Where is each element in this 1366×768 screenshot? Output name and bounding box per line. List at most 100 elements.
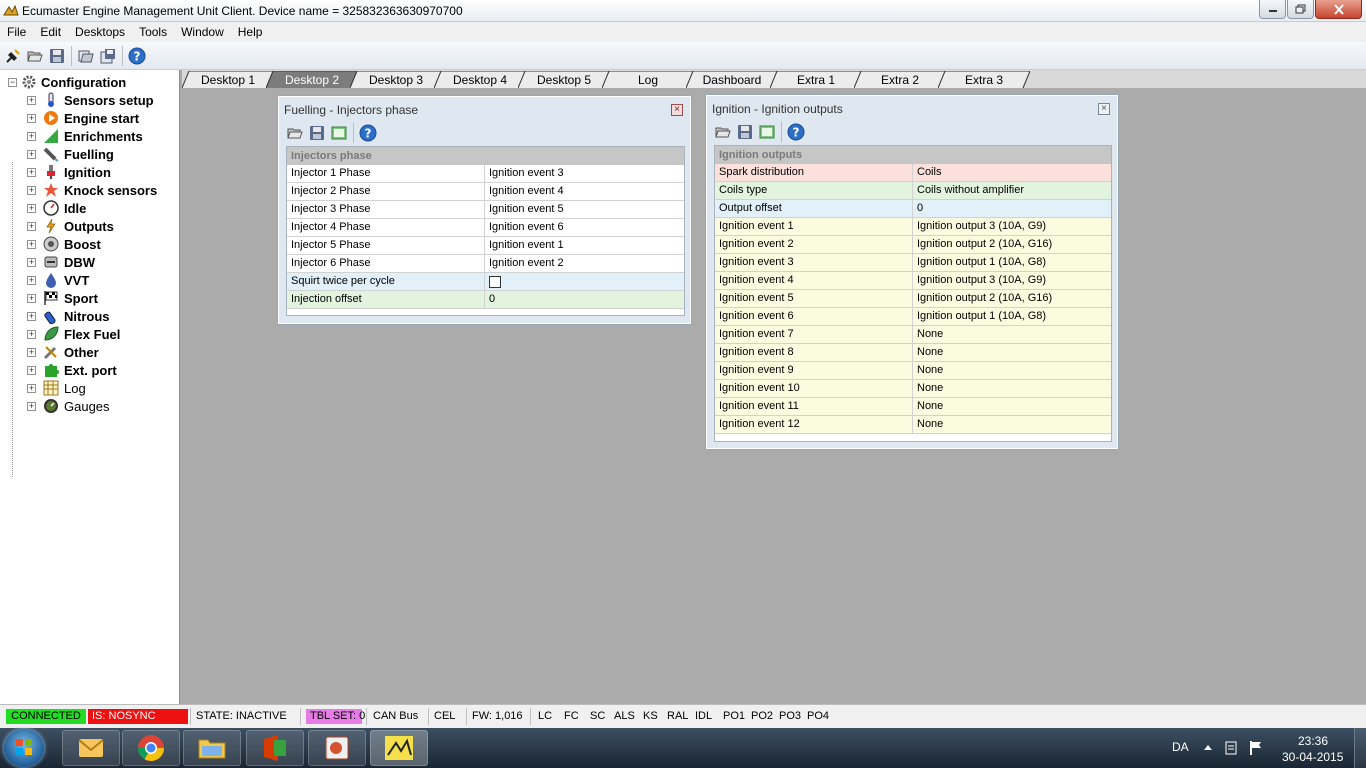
- menu-desktops[interactable]: Desktops: [68, 25, 132, 39]
- expand-icon[interactable]: +: [27, 365, 36, 375]
- expand-icon[interactable]: +: [27, 185, 36, 195]
- tree-item-ignition[interactable]: + Ignition: [27, 163, 111, 181]
- tab-dashboard[interactable]: Dashboard: [686, 71, 778, 88]
- menu-window[interactable]: Window: [174, 25, 231, 39]
- expand-icon[interactable]: +: [27, 131, 36, 141]
- expand-icon[interactable]: +: [27, 239, 36, 249]
- save-button[interactable]: [46, 45, 68, 67]
- grid-row[interactable]: Coils type Coils without amplifier: [715, 182, 1111, 200]
- tab-desktop-3[interactable]: Desktop 3: [350, 71, 442, 88]
- grid-row[interactable]: Ignition event 5 Ignition output 2 (10A, …: [715, 290, 1111, 308]
- grid-row[interactable]: Ignition event 9 None: [715, 362, 1111, 380]
- taskbar-powerpoint[interactable]: [308, 730, 366, 766]
- save-project-button[interactable]: [97, 45, 119, 67]
- show-desktop-button[interactable]: [1354, 728, 1366, 768]
- language-indicator[interactable]: DA: [1172, 740, 1189, 754]
- expand-icon[interactable]: +: [27, 221, 36, 231]
- taskbar-explorer[interactable]: [183, 730, 241, 766]
- tab-desktop-4[interactable]: Desktop 4: [434, 71, 526, 88]
- grid-row[interactable]: Ignition event 4 Ignition output 3 (10A, …: [715, 272, 1111, 290]
- help-button[interactable]: ?: [126, 45, 148, 67]
- expand-icon[interactable]: +: [27, 149, 36, 159]
- taskbar-chrome[interactable]: [122, 730, 180, 766]
- expand-icon[interactable]: +: [27, 167, 36, 177]
- grid-value-cell[interactable]: Coils: [913, 164, 1111, 181]
- tray-expand-icon[interactable]: [1204, 743, 1212, 751]
- expand-icon[interactable]: +: [27, 311, 36, 321]
- menu-help[interactable]: Help: [231, 25, 270, 39]
- expand-icon[interactable]: +: [27, 113, 36, 123]
- tree-item-gauges[interactable]: + Gauges: [27, 397, 110, 415]
- tab-extra-3[interactable]: Extra 3: [938, 71, 1030, 88]
- taskbar-ecumaster[interactable]: [370, 730, 428, 766]
- connect-button[interactable]: [2, 45, 24, 67]
- tree-item-fuelling[interactable]: + Fuelling: [27, 145, 114, 163]
- save-button[interactable]: [306, 122, 328, 144]
- grid-value-cell[interactable]: Ignition output 2 (10A, G16): [913, 236, 1111, 253]
- collapse-icon[interactable]: −: [8, 77, 17, 87]
- expand-icon[interactable]: +: [27, 203, 36, 213]
- grid-row[interactable]: Spark distribution Coils: [715, 164, 1111, 182]
- expand-icon[interactable]: +: [27, 293, 36, 303]
- tab-log[interactable]: Log: [602, 71, 694, 88]
- flag-icon[interactable]: [1249, 740, 1263, 756]
- grid-row[interactable]: Ignition event 11 None: [715, 398, 1111, 416]
- squirt-twice-checkbox[interactable]: [489, 276, 501, 288]
- grid-row[interactable]: Injector 2 Phase Ignition event 4: [287, 183, 684, 201]
- close-fuelling-window-button[interactable]: ×: [671, 104, 683, 116]
- tab-desktop-2[interactable]: Desktop 2: [266, 71, 358, 88]
- grid-row[interactable]: Ignition event 1 Ignition output 3 (10A, …: [715, 218, 1111, 236]
- menu-file[interactable]: File: [0, 25, 33, 39]
- tree-item-log[interactable]: + Log: [27, 379, 86, 397]
- expand-icon[interactable]: +: [27, 401, 36, 411]
- grid-row[interactable]: Ignition event 12 None: [715, 416, 1111, 434]
- grid-value-cell[interactable]: Ignition output 1 (10A, G8): [913, 254, 1111, 271]
- grid-value-cell[interactable]: Ignition event 5: [485, 201, 684, 218]
- grid-row[interactable]: Injector 3 Phase Ignition event 5: [287, 201, 684, 219]
- grid-row[interactable]: Ignition event 2 Ignition output 2 (10A, …: [715, 236, 1111, 254]
- grid-value-cell[interactable]: [485, 273, 684, 290]
- menu-tools[interactable]: Tools: [132, 25, 174, 39]
- grid-value-cell[interactable]: None: [913, 416, 1111, 433]
- grid-value-cell[interactable]: Coils without amplifier: [913, 182, 1111, 199]
- grid-value-cell[interactable]: 0: [485, 291, 684, 308]
- grid-value-cell[interactable]: Ignition output 3 (10A, G9): [913, 272, 1111, 289]
- tree-item-sensors-setup[interactable]: + Sensors setup: [27, 91, 154, 109]
- grid-value-cell[interactable]: None: [913, 398, 1111, 415]
- expand-icon[interactable]: +: [27, 275, 36, 285]
- expand-icon[interactable]: +: [27, 95, 36, 105]
- help-button[interactable]: ?: [357, 122, 379, 144]
- clock-time[interactable]: 23:36: [1298, 734, 1328, 748]
- expand-icon[interactable]: +: [27, 383, 36, 393]
- tree-item-vvt[interactable]: + VVT: [27, 271, 89, 289]
- grid-row[interactable]: Injector 6 Phase Ignition event 2: [287, 255, 684, 273]
- grid-row[interactable]: Ignition event 6 Ignition output 1 (10A, …: [715, 308, 1111, 326]
- grid-value-cell[interactable]: Ignition event 2: [485, 255, 684, 272]
- tree-item-engine-start[interactable]: + Engine start: [27, 109, 139, 127]
- tab-extra-2[interactable]: Extra 2: [854, 71, 946, 88]
- tree-item-enrichments[interactable]: + Enrichments: [27, 127, 143, 145]
- grid-value-cell[interactable]: Ignition output 2 (10A, G16): [913, 290, 1111, 307]
- restore-button[interactable]: [1287, 0, 1314, 19]
- start-button[interactable]: [4, 729, 44, 767]
- tab-desktop-1[interactable]: Desktop 1: [182, 71, 274, 88]
- grid-row[interactable]: Ignition event 3 Ignition output 1 (10A, …: [715, 254, 1111, 272]
- tab-extra-1[interactable]: Extra 1: [770, 71, 862, 88]
- grid-value-cell[interactable]: Ignition output 3 (10A, G9): [913, 218, 1111, 235]
- grid-value-cell[interactable]: Ignition event 6: [485, 219, 684, 236]
- tree-item-idle[interactable]: + Idle: [27, 199, 86, 217]
- grid-value-cell[interactable]: 0: [913, 200, 1111, 217]
- table-view-button[interactable]: [756, 121, 778, 143]
- close-ignition-window-button[interactable]: ×: [1098, 103, 1110, 115]
- help-button[interactable]: ?: [785, 121, 807, 143]
- taskbar-office[interactable]: [246, 730, 304, 766]
- grid-value-cell[interactable]: None: [913, 344, 1111, 361]
- tree-item-flex-fuel[interactable]: + Flex Fuel: [27, 325, 120, 343]
- grid-row[interactable]: Output offset 0: [715, 200, 1111, 218]
- table-view-button[interactable]: [328, 122, 350, 144]
- tree-item-sport[interactable]: + Sport: [27, 289, 98, 307]
- grid-value-cell[interactable]: Ignition output 1 (10A, G8): [913, 308, 1111, 325]
- tree-item-nitrous[interactable]: + Nitrous: [27, 307, 110, 325]
- menu-edit[interactable]: Edit: [33, 25, 68, 39]
- clock-date[interactable]: 30-04-2015: [1282, 750, 1343, 764]
